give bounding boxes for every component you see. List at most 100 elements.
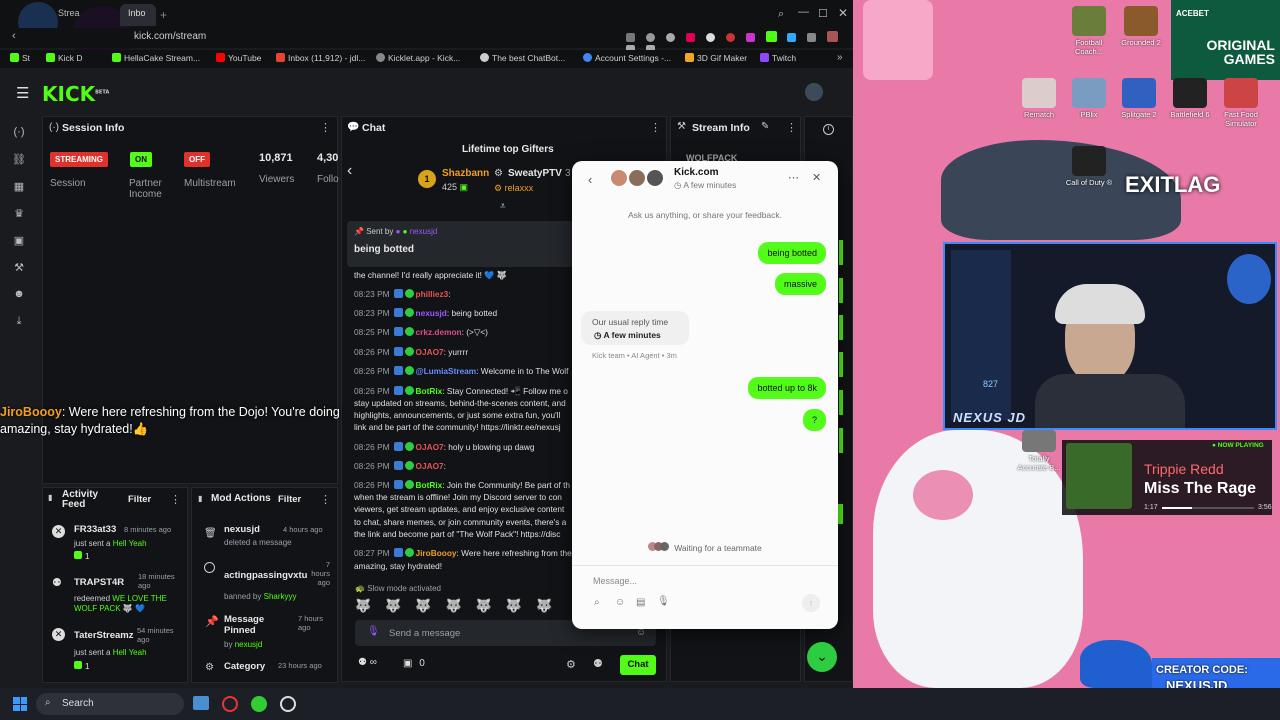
chat-message[interactable]: viewers, get stream updates, and enjoy e… — [354, 504, 574, 514]
url-text[interactable]: kick.com/stream — [134, 31, 206, 42]
analytics-icon[interactable]: ▦ — [12, 180, 26, 194]
trophy-icon[interactable]: ♛ — [12, 207, 26, 221]
chat-username[interactable]: BotRix — [416, 386, 443, 396]
mod-action-name[interactable]: nexusjd — [224, 524, 260, 535]
extension-icon[interactable] — [686, 33, 696, 42]
chat-message[interactable]: 08:23 PM nexusjd: being botted — [354, 308, 574, 318]
activity-user[interactable]: TRAPST4R — [74, 577, 124, 588]
bookmark-twitch[interactable]: Twitch — [760, 53, 796, 63]
new-tab-icon[interactable]: + — [160, 8, 167, 22]
mod-more-icon[interactable]: ⋮ — [320, 493, 331, 506]
widget-close-icon[interactable]: ✕ — [812, 171, 821, 184]
windows-start-icon[interactable] — [13, 697, 27, 711]
chat-message[interactable]: 08:27 PM JiroBoooy: Were here refreshing … — [354, 548, 574, 558]
bookmark-account-settings[interactable]: Account Settings -... — [583, 53, 671, 63]
chat-message[interactable]: 08:26 PM OJAO7: — [354, 461, 574, 471]
chat-message[interactable]: amazing, stay hydrated! — [354, 561, 574, 571]
chat-message[interactable]: highlights, announcements, or just some … — [354, 410, 574, 420]
chat-input-placeholder[interactable]: Send a message — [389, 628, 460, 639]
chat-username[interactable]: philliez3 — [416, 289, 449, 299]
bookmark-st[interactable]: St — [10, 53, 30, 63]
gifter-name[interactable]: Shazbann — [442, 168, 489, 179]
chat-message[interactable]: 08:26 PM BotRix: Join the Community! Be p… — [354, 480, 574, 490]
mic-icon[interactable]: 🎙 — [657, 596, 670, 607]
more-bookmarks-icon[interactable]: » — [837, 52, 843, 63]
send-icon[interactable]: ↑ — [802, 594, 820, 612]
settings-icon[interactable]: ⚙ — [566, 658, 576, 671]
extension-icon[interactable] — [726, 33, 736, 42]
session-more-icon[interactable]: ⋮ — [320, 121, 331, 134]
send-chat-button[interactable]: Chat — [620, 655, 656, 675]
activity-more-icon[interactable]: ⋮ — [170, 493, 181, 506]
bookmark-kicklet[interactable]: Kicklet.app - Kick... — [376, 53, 460, 63]
maximize-icon[interactable]: ☐ — [818, 7, 828, 20]
chat-message[interactable]: 08:26 PM OJAO7: yurrrr — [354, 347, 574, 357]
chat-more-icon[interactable]: ⋮ — [650, 121, 661, 134]
download-icon[interactable]: ⤓ — [12, 315, 26, 329]
activity-user[interactable]: FR33at33 — [74, 524, 116, 535]
stream-icon[interactable]: (·) — [12, 126, 26, 140]
chat-message[interactable]: the channel! I'd really appreciate it! 💙… — [354, 270, 574, 281]
chat-message[interactable]: link and be part of the community! https… — [354, 422, 574, 432]
taskbar-search-text[interactable]: Search — [62, 698, 94, 709]
puzzle-icon[interactable] — [806, 33, 816, 42]
edit-icon[interactable]: ✎ — [761, 121, 769, 132]
user-avatar[interactable] — [805, 83, 823, 101]
mod-action-name[interactable]: Category — [224, 661, 265, 672]
desktop-icon-rematch[interactable]: Rematch — [1013, 78, 1065, 119]
kick-extension-icon[interactable] — [766, 31, 778, 42]
desktop-icon-football[interactable]: Football Coach... — [1063, 6, 1115, 56]
hamburger-menu-icon[interactable]: ☰ — [16, 84, 29, 102]
chat-message[interactable]: 08:26 PM @LumiaStream: Welcome in to The … — [354, 366, 574, 376]
desktop-icon-fast-food[interactable]: Fast Food Simulator — [1215, 78, 1267, 128]
chat-message[interactable]: the link and become part of "The Wolf Pa… — [354, 529, 574, 539]
taskbar-search[interactable] — [36, 693, 184, 715]
chat-message[interactable]: when the stream is offline! Join my Disc… — [354, 492, 574, 502]
tab-inbox[interactable]: Inbo — [120, 4, 156, 26]
gifters-prev-icon[interactable]: ‹ — [347, 162, 352, 180]
chat-message[interactable]: stay updated on streams, behind-the-scen… — [354, 398, 574, 408]
shield-icon[interactable] — [646, 33, 656, 42]
attach-icon[interactable]: ⌕ — [594, 597, 600, 608]
heart-icon[interactable] — [666, 33, 676, 42]
desktop-icon-battlefield[interactable]: Battlefield 6 — [1164, 78, 1216, 119]
bookmark-kick[interactable]: Kick D — [46, 53, 83, 63]
desktop-icon-grounded[interactable]: Grounded 2 — [1115, 6, 1167, 47]
profile-icon[interactable] — [826, 31, 838, 42]
mod-filter-button[interactable]: Filter — [278, 494, 301, 505]
chat-username[interactable]: OJAO7 — [416, 442, 444, 452]
chrome-icon[interactable] — [280, 696, 296, 712]
activity-user[interactable]: TaterStreamz — [74, 630, 134, 641]
chat-username[interactable]: nexusjd — [416, 308, 447, 318]
bookmark-inbox[interactable]: Inbox (11,912) - jdl... — [276, 53, 365, 63]
widget-message-input[interactable]: Message... — [593, 576, 637, 586]
emoji-icon[interactable]: ☺ — [615, 597, 625, 608]
chat-username[interactable]: @LumiaStream — [416, 366, 477, 376]
users-icon[interactable]: ☻ — [12, 288, 26, 302]
search-tabs-icon[interactable]: ⌕ — [778, 8, 784, 21]
chat-username[interactable]: OJAO7 — [416, 347, 444, 357]
mod-action-name[interactable]: actingpassingvxtu — [224, 570, 308, 581]
bookmark-chatbot[interactable]: The best ChatBot... — [480, 53, 565, 63]
chat-username[interactable]: JiroBoooy — [416, 548, 457, 558]
tab-stream[interactable]: Strea — [50, 4, 88, 26]
widget-minimize-button[interactable]: ⌄ — [807, 642, 837, 672]
chat-username[interactable]: OJAO7 — [416, 461, 444, 471]
info-icon[interactable]: i — [823, 124, 834, 135]
widget-more-icon[interactable]: ⋯ — [788, 171, 799, 184]
chat-message[interactable]: 08:23 PM philliez3: — [354, 289, 574, 299]
video-icon[interactable]: ▣ — [12, 234, 26, 248]
close-window-icon[interactable]: ✕ — [838, 6, 848, 20]
back-icon[interactable]: ‹ — [12, 30, 16, 42]
desktop-icon-pblix[interactable]: PBlix — [1063, 78, 1115, 119]
bookmark-youtube[interactable]: YouTube — [216, 53, 261, 63]
chat-message[interactable]: 08:26 PM OJAO7: holy u blowing up dawg — [354, 442, 574, 452]
screenshot-icon[interactable] — [626, 33, 635, 42]
chat-message[interactable]: 08:26 PM BotRix: Stay Connected! 📲 Follow… — [354, 386, 574, 397]
gif-icon[interactable]: ▤ — [636, 597, 645, 608]
collapse-icon[interactable]: ⩡ — [500, 201, 506, 212]
bookmark-hellacake[interactable]: HellaCake Stream... — [112, 53, 200, 63]
mod-action-name[interactable]: Message Pinned — [224, 614, 274, 636]
widget-back-icon[interactable]: ‹ — [588, 172, 592, 187]
bookmark-3d-gif[interactable]: 3D Gif Maker — [685, 53, 747, 63]
